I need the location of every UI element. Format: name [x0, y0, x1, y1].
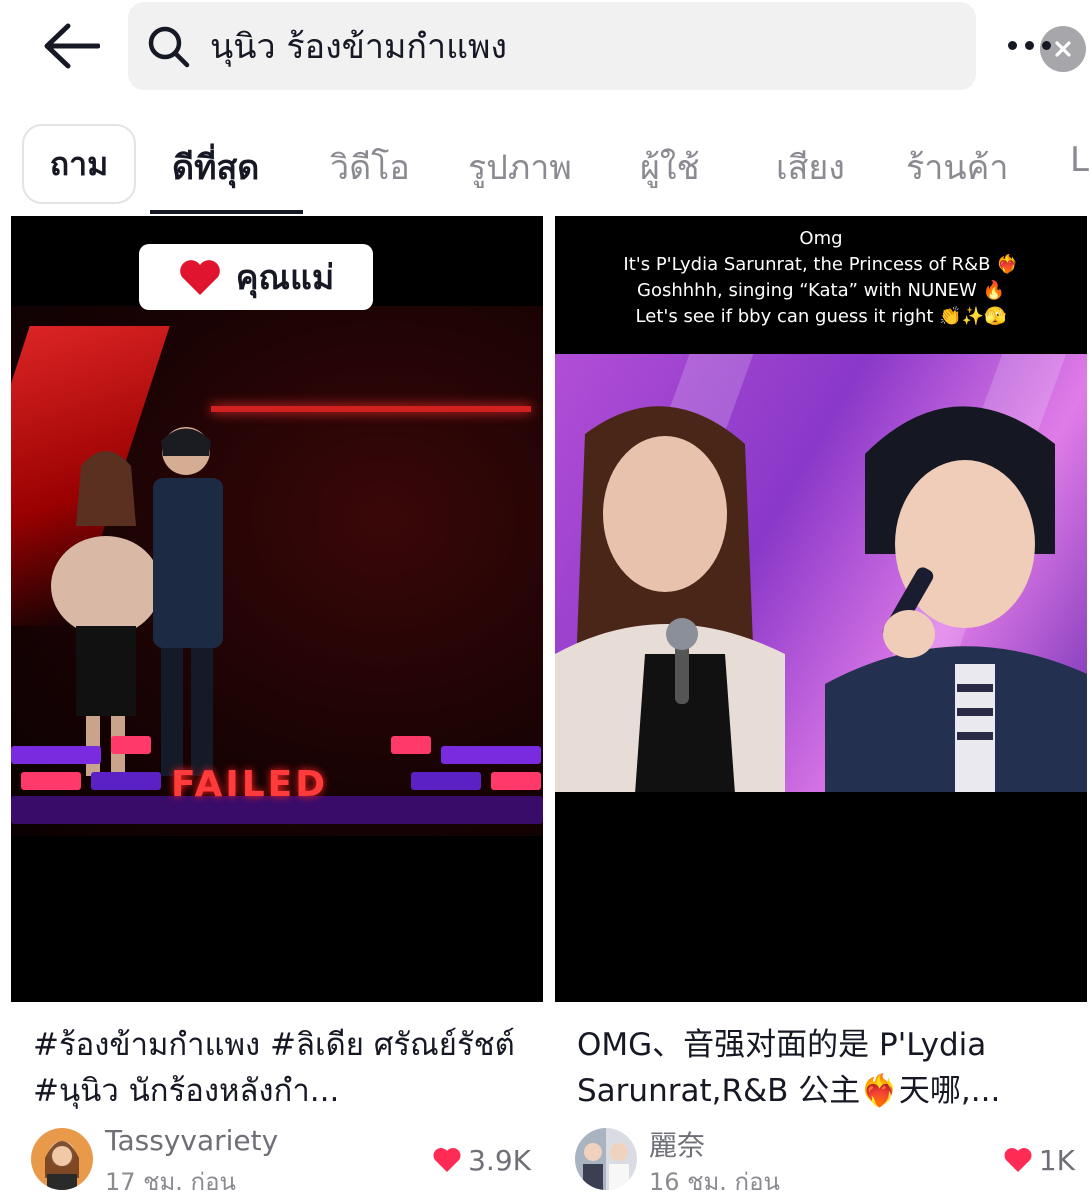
- more-dots-icon: [1024, 40, 1034, 50]
- overlay-line: It's P'Lydia Sarunrat, the Princess of R…: [623, 254, 1019, 275]
- tab-videos[interactable]: วิดีโอ: [330, 140, 410, 194]
- overlay-line: Goshhhh, singing “Kata” with NUNEW 🔥: [637, 280, 1005, 301]
- performer-figure: [825, 406, 1087, 792]
- post-time: 17 ชม. ก่อน: [105, 1168, 236, 1196]
- post-time: 16 ชม. ก่อน: [649, 1168, 780, 1196]
- avatar-image: [31, 1128, 93, 1190]
- sticker-text: คุณแม่: [235, 258, 335, 298]
- search-input[interactable]: [210, 16, 910, 76]
- arrow-left-icon: [44, 23, 100, 69]
- author-username[interactable]: 麗奈: [649, 1124, 705, 1164]
- heart-icon: [433, 1148, 461, 1172]
- stage-background: [555, 354, 1087, 792]
- tab-top[interactable]: ดีที่สุด: [172, 140, 259, 194]
- video-caption[interactable]: #ร้องข้ามกำแพง #ลิเดีย ศรัณย์รัชต์ #นุนิ…: [33, 1022, 533, 1114]
- like-count-value: 1K: [1038, 1143, 1075, 1177]
- search-icon: [148, 26, 190, 68]
- overlay-text: Omg It's P'Lydia Sarunrat, the Princess …: [555, 226, 1087, 330]
- tab-shop[interactable]: ร้านค้า: [906, 140, 1008, 194]
- result-card[interactable]: Omg It's P'Lydia Sarunrat, the Princess …: [555, 216, 1087, 1200]
- overlay-line: Omg: [799, 228, 843, 249]
- video-caption[interactable]: OMG、音强对面的是 P'Lydia Sarunrat,R&B 公主❤️‍🔥天哪…: [577, 1022, 1077, 1114]
- avatar[interactable]: [575, 1128, 637, 1190]
- avatar[interactable]: [31, 1128, 93, 1190]
- video-thumbnail[interactable]: FAILED คุณแม่: [11, 216, 543, 1002]
- like-count[interactable]: 3.9K: [432, 1140, 531, 1180]
- tab-photos[interactable]: รูปภาพ: [468, 140, 572, 194]
- result-card[interactable]: FAILED คุณแม่ #ร้องข้ามกำแพง #ลิเดีย ศรั…: [11, 216, 543, 1200]
- stage-screen-text: FAILED: [171, 764, 329, 805]
- performer-figure: [555, 406, 785, 792]
- text-sticker: คุณแม่: [139, 244, 373, 310]
- heart-icon: [1004, 1148, 1032, 1172]
- more-dots-icon: [1007, 40, 1017, 50]
- like-count-value: 3.9K: [468, 1143, 531, 1177]
- author-row: Tassyvariety 17 ชม. ก่อน 3.9K: [31, 1124, 531, 1196]
- author-username[interactable]: Tassyvariety: [105, 1124, 278, 1157]
- video-thumbnail[interactable]: Omg It's P'Lydia Sarunrat, the Princess …: [555, 216, 1087, 1002]
- search-bar[interactable]: [128, 2, 1086, 90]
- ask-tab[interactable]: ถาม: [22, 124, 136, 204]
- like-count[interactable]: 1K: [1003, 1140, 1075, 1180]
- stage-light-bar: [211, 406, 531, 412]
- heart-icon: [179, 260, 220, 295]
- tab-sounds[interactable]: เสียง: [776, 140, 845, 194]
- top-bar: [0, 0, 1092, 110]
- performer-figure: [153, 427, 223, 776]
- more-options-button[interactable]: [994, 20, 1064, 70]
- author-row: 麗奈 16 ชม. ก่อน 1K: [575, 1124, 1075, 1196]
- avatar-image: [575, 1128, 637, 1190]
- active-tab-indicator: [150, 210, 303, 214]
- tab-users[interactable]: ผู้ใช้: [640, 140, 700, 194]
- overlay-line: Let's see if bby can guess it right 👏✨🫣: [635, 306, 1007, 327]
- more-dots-icon: [1041, 40, 1051, 50]
- tab-live[interactable]: L: [1070, 140, 1089, 180]
- back-button[interactable]: [38, 18, 104, 74]
- search-tabs: ถาม ดีที่สุด วิดีโอ รูปภาพ ผู้ใช้ เสียง …: [0, 110, 1092, 216]
